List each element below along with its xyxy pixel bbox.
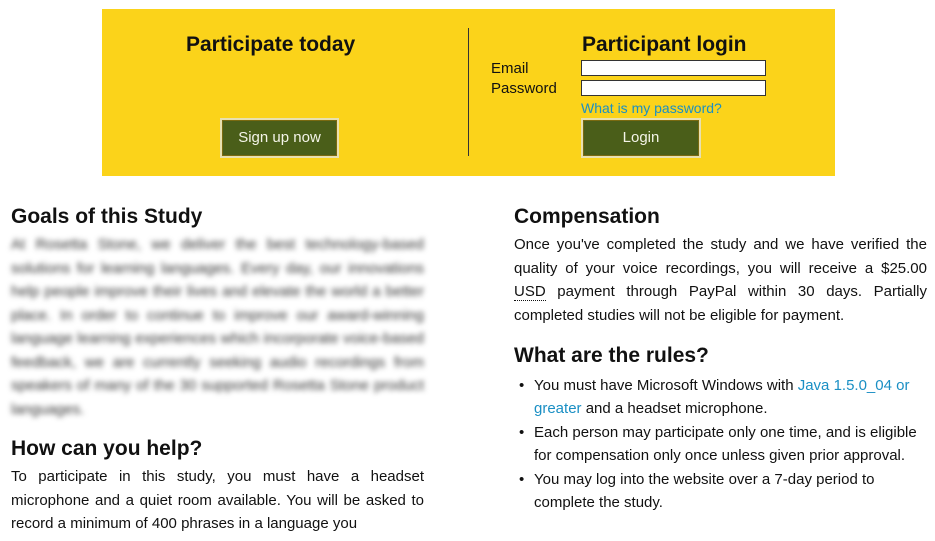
login-button[interactable]: Login (581, 118, 701, 158)
bullet-icon: • (519, 471, 525, 488)
email-field[interactable] (581, 60, 766, 76)
password-label: Password (491, 80, 557, 97)
password-help-link[interactable]: What is my password? (581, 100, 722, 116)
compensation-text-start: Once you've completed the study and we h… (514, 236, 927, 277)
rules-list: • You must have Microsoft Windows with Ja… (514, 374, 927, 514)
banner-divider (468, 28, 469, 156)
help-section: How can you help? To participate in this… (11, 437, 424, 536)
rule-item: • Each person may participate only one ti… (514, 421, 927, 467)
sign-up-button[interactable]: Sign up now (220, 118, 339, 158)
password-field[interactable] (581, 80, 766, 96)
rule-text: Each person may participate only one tim… (534, 424, 917, 464)
rule-item: • You must have Microsoft Windows with Ja… (514, 374, 927, 420)
bullet-icon: • (519, 424, 525, 441)
help-text: To participate in this study, you must h… (11, 468, 424, 532)
rule-item: • You may log into the website over a 7-d… (514, 468, 927, 514)
participate-title: Participate today (186, 33, 356, 56)
help-heading: How can you help? (11, 437, 203, 460)
rules-heading: What are the rules? (514, 344, 709, 367)
rule-text-start: You must have Microsoft Windows with (534, 377, 798, 394)
currency-abbr: USD (514, 283, 546, 301)
compensation-text-end: payment through PayPal within 30 days. P… (514, 283, 927, 324)
goals-heading: Goals of this Study (11, 205, 203, 228)
bullet-icon: • (519, 377, 525, 394)
rule-text-end: and a headset microphone. (581, 400, 768, 417)
email-label: Email (491, 60, 529, 77)
login-title: Participant login (582, 33, 747, 56)
goals-section: Goals of this Study At Rosetta Stone, we… (11, 205, 424, 421)
goals-text: At Rosetta Stone, we deliver the best te… (11, 236, 424, 418)
rule-text: You may log into the website over a 7-da… (534, 471, 875, 511)
rules-section: What are the rules? • You must have Micro… (514, 344, 927, 515)
participation-banner: Participate today Sign up now Participan… (102, 9, 835, 176)
compensation-text: Once you've completed the study and we h… (514, 233, 927, 327)
compensation-section: Compensation Once you've completed the s… (514, 205, 927, 327)
compensation-heading: Compensation (514, 205, 660, 228)
